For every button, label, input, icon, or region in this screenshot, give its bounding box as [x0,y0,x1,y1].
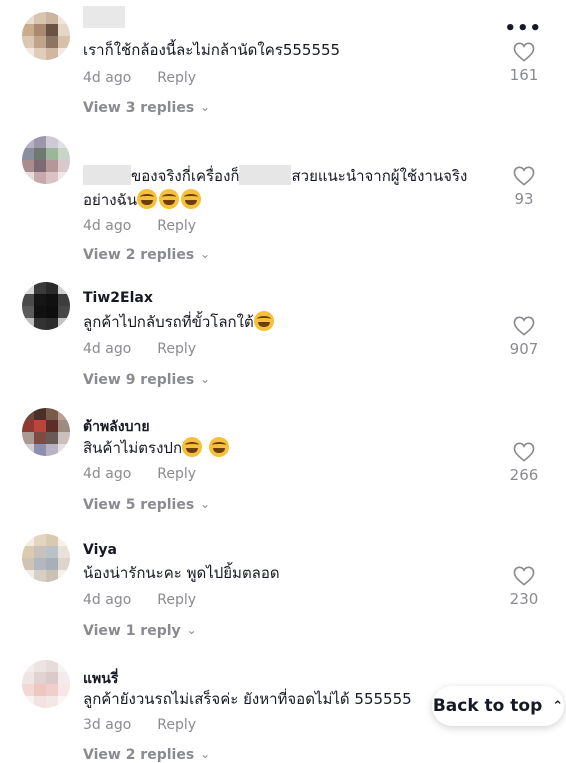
laughing-emoji-icon [208,437,229,457]
back-to-top-label: Back to top [432,696,543,716]
reply-button[interactable]: Reply [157,218,196,234]
comment-username[interactable]: ต้าพลังบาย [83,416,150,438]
comment-time: 4d ago [83,592,132,608]
like-button[interactable]: 93 [504,166,544,208]
like-count: 161 [509,66,539,84]
laughing-emoji-icon [137,189,158,209]
comment-time: 4d ago [83,466,132,482]
comment-meta: 4d ago Reply [83,218,196,234]
reply-button[interactable]: Reply [157,466,196,482]
reply-button[interactable]: Reply [157,341,196,357]
comment-text: สินค้าไม่ตรงปก [83,436,503,460]
view-replies-label: View 2 replies [83,247,195,263]
comment-text: เราก็ใช้กล้องนี้ละไม่กล้านัดใคร555555 [83,41,341,59]
like-button[interactable]: 907 [504,316,544,358]
chevron-down-icon: ⌄ [200,747,211,761]
heart-icon [513,442,535,462]
comment-text: ลูกค้าไปกลับรถที่ขั้วโลกใต้ [83,310,503,334]
view-replies-label: View 2 replies [83,747,195,763]
like-count: 907 [509,340,539,358]
like-button[interactable]: 266 [504,442,544,484]
comment-username[interactable]: Tiw2Elax [83,290,153,306]
more-options-icon[interactable]: ••• [504,18,542,39]
comment-meta: 4d ago Reply [83,592,196,608]
comment-username[interactable]: Viya [83,542,117,558]
comment-meta: 3d ago Reply [83,717,196,733]
username-redacted [83,6,125,28]
avatar[interactable] [22,660,70,708]
back-to-top-button[interactable]: Back to top ⌃ [432,686,564,726]
view-replies-label: View 5 replies [83,497,195,513]
avatar[interactable] [22,136,70,184]
comment-text: ของจริงกี่เครื่องก็ สวยแนะนำจากผู้ใช้งานจ… [83,165,468,209]
view-replies-button[interactable]: View 5 replies ⌄ [83,497,210,513]
view-replies-label: View 1 reply [83,623,181,639]
view-replies-button[interactable]: View 1 reply ⌄ [83,623,197,639]
view-replies-button[interactable]: View 9 replies ⌄ [83,372,210,388]
comment-meta: 4d ago Reply [83,466,196,482]
redacted-block [83,165,131,185]
avatar[interactable] [22,282,70,330]
comment-time: 3d ago [83,717,132,733]
heart-icon [513,566,535,586]
like-button[interactable]: 161 [504,42,544,84]
comment-time: 4d ago [83,341,132,357]
comment-time: 4d ago [83,70,132,86]
double-chevron-up-icon: ⌃ [552,698,564,714]
comment-text: น้องน่ารักนะคะ พูดไปยิ้มตลอด [83,564,280,582]
redacted-block [239,165,292,185]
laughing-emoji-icon [159,189,180,209]
like-count: 266 [509,466,539,484]
heart-icon [513,166,535,186]
view-replies-button[interactable]: View 2 replies ⌄ [83,747,210,763]
like-count: 93 [514,190,534,208]
heart-icon [513,316,535,336]
chevron-down-icon: ⌄ [200,100,211,114]
heart-icon [513,42,535,62]
reply-button[interactable]: Reply [157,717,196,733]
reply-button[interactable]: Reply [157,592,196,608]
view-replies-button[interactable]: View 2 replies ⌄ [83,247,210,263]
avatar[interactable] [22,534,70,582]
chevron-down-icon: ⌄ [200,247,211,261]
comment-text: ลูกค้ายังวนรถไม่เสร็จค่ะ ยังหาที่จอดไม่ไ… [83,690,412,708]
like-button[interactable]: 230 [504,566,544,608]
chevron-down-icon: ⌄ [186,623,197,637]
laughing-emoji-icon [181,189,202,209]
comment-meta: 4d ago Reply [83,341,196,357]
view-replies-button[interactable]: View 3 replies ⌄ [83,100,210,116]
view-replies-label: View 9 replies [83,372,195,388]
chevron-down-icon: ⌄ [200,372,211,386]
laughing-emoji-icon [253,311,274,331]
avatar[interactable] [22,12,70,60]
laughing-emoji-icon [182,437,203,457]
like-count: 230 [509,590,539,608]
chevron-down-icon: ⌄ [200,497,211,511]
view-replies-label: View 3 replies [83,100,195,116]
reply-button[interactable]: Reply [157,70,196,86]
avatar[interactable] [22,408,70,456]
comment-meta: 4d ago Reply [83,70,196,86]
comment-time: 4d ago [83,218,132,234]
